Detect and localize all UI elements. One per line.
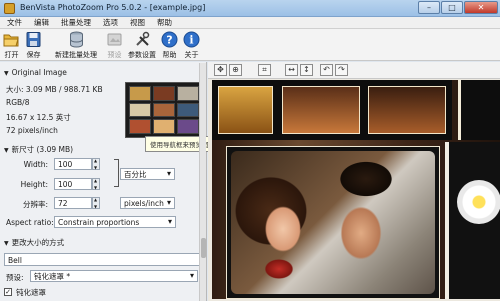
preset-button[interactable]: 预设: [106, 29, 123, 60]
film-frame: [368, 86, 446, 134]
menu-help[interactable]: 帮助: [157, 17, 172, 28]
crop-tool-icon[interactable]: ⌗: [258, 64, 271, 76]
resolution-unit-select[interactable]: pixels/inch: [120, 197, 175, 209]
original-resolution: 72 pixels/inch: [6, 126, 58, 135]
menu-file[interactable]: 文件: [7, 17, 22, 28]
photo-strip-right: [458, 80, 500, 140]
toolbar: 打开 保存 新建批量处理 预设 参数设置 ? 帮助 i 关于: [0, 29, 500, 61]
aspect-ratio-label: Aspect ratio:: [6, 218, 54, 227]
width-stepper[interactable]: [92, 158, 100, 170]
original-dimensions: 16.67 x 12.5 英寸: [6, 113, 71, 122]
help-icon: ?: [161, 31, 178, 48]
resize-method-heading[interactable]: 更改大小的方式: [4, 237, 65, 248]
window-title: BenVista PhotoZoom Pro 5.0.2 - [example.…: [20, 3, 206, 12]
rotate-left-icon[interactable]: ↶: [320, 64, 333, 76]
app-icon: [4, 3, 15, 14]
original-mode: RGB/8: [6, 98, 30, 107]
save-button[interactable]: 保存: [25, 29, 42, 60]
split-horizontal-icon[interactable]: ↔: [285, 64, 298, 76]
new-size-heading[interactable]: 新尺寸 (3.09 MB): [4, 144, 73, 155]
width-field[interactable]: 100: [54, 158, 92, 170]
new-batch-label: 新建批量处理: [55, 51, 97, 59]
preset-icon: [107, 33, 122, 46]
dimension-link-bracket: [114, 159, 119, 187]
unsharp-mask-label: 钝化遮罩: [16, 288, 46, 297]
save-label: 保存: [26, 51, 41, 59]
rotate-right-icon[interactable]: ↷: [335, 64, 348, 76]
couple-photo-image: [231, 151, 435, 294]
film-frame: [218, 86, 273, 134]
open-button[interactable]: 打开: [3, 29, 20, 60]
about-label: 关于: [184, 51, 199, 59]
resolution-field[interactable]: 72: [54, 197, 92, 209]
resolution-label: 分辨率:: [22, 200, 48, 209]
menu-bar: 文件 编辑 批量处理 选项 视图 帮助: [0, 17, 500, 29]
original-size: 大小: 3.09 MB / 988.71 KB: [6, 85, 103, 94]
preset-select[interactable]: 钝化遮罩 *: [30, 270, 198, 282]
new-batch-button[interactable]: 新建批量处理: [55, 29, 97, 60]
original-image-heading[interactable]: Original Image: [4, 68, 67, 77]
daisy-flower: [457, 180, 500, 224]
couple-photo: [226, 146, 440, 299]
preset-field-label: 预设:: [6, 273, 24, 282]
settings-button[interactable]: 参数设置: [128, 29, 156, 60]
film-frame: [282, 86, 360, 134]
film-strip-top: [212, 80, 452, 140]
maximize-button[interactable]: □: [441, 1, 463, 14]
height-label: Height:: [20, 180, 48, 189]
menu-view[interactable]: 视图: [130, 17, 145, 28]
window-controls: – □ ✕: [418, 1, 498, 14]
info-icon: i: [183, 31, 200, 48]
help-label: 帮助: [162, 51, 177, 59]
navigator-thumbnail[interactable]: [125, 82, 203, 138]
height-field[interactable]: 100: [54, 178, 92, 190]
svg-text:?: ?: [166, 34, 172, 47]
resolution-stepper[interactable]: [92, 197, 100, 209]
menu-batch[interactable]: 批量处理: [61, 17, 91, 28]
height-stepper[interactable]: [92, 178, 100, 190]
aspect-ratio-select[interactable]: Constrain proportions: [54, 216, 176, 228]
split-vertical-icon[interactable]: ↕: [300, 64, 313, 76]
save-disk-icon: [26, 32, 41, 47]
open-folder-icon: [3, 34, 19, 47]
minimize-button[interactable]: –: [418, 1, 440, 14]
scrollbar-thumb[interactable]: [201, 238, 206, 258]
menu-edit[interactable]: 编辑: [34, 17, 49, 28]
zoom-tool-icon[interactable]: ⊕: [229, 64, 242, 76]
open-label: 打开: [4, 51, 19, 59]
resize-method-item[interactable]: Bell: [4, 253, 200, 266]
flower-photo: [445, 142, 500, 299]
preset-label: 预设: [107, 51, 122, 59]
view-toolbar: ✥ ⊕ ⌗ ↔ ↕ ↶ ↷: [208, 62, 500, 79]
tools-icon: [135, 31, 149, 46]
image-preview[interactable]: [212, 80, 500, 299]
close-button[interactable]: ✕: [464, 1, 498, 14]
preview-panel: ✥ ⊕ ⌗ ↔ ↕ ↶ ↷: [208, 62, 500, 301]
title-bar: BenVista PhotoZoom Pro 5.0.2 - [example.…: [0, 0, 500, 17]
help-button[interactable]: ? 帮助: [161, 29, 178, 60]
settings-label: 参数设置: [128, 51, 156, 59]
svg-text:i: i: [189, 34, 193, 47]
settings-scrollbar[interactable]: [199, 63, 206, 301]
width-label: Width:: [23, 160, 48, 169]
unsharp-mask-checkbox[interactable]: ✓: [4, 288, 12, 296]
batch-database-icon: [69, 31, 83, 48]
size-unit-select[interactable]: 百分比: [120, 168, 175, 180]
menu-options[interactable]: 选项: [103, 17, 118, 28]
about-button[interactable]: i 关于: [183, 29, 200, 60]
pan-tool-icon[interactable]: ✥: [214, 64, 227, 76]
